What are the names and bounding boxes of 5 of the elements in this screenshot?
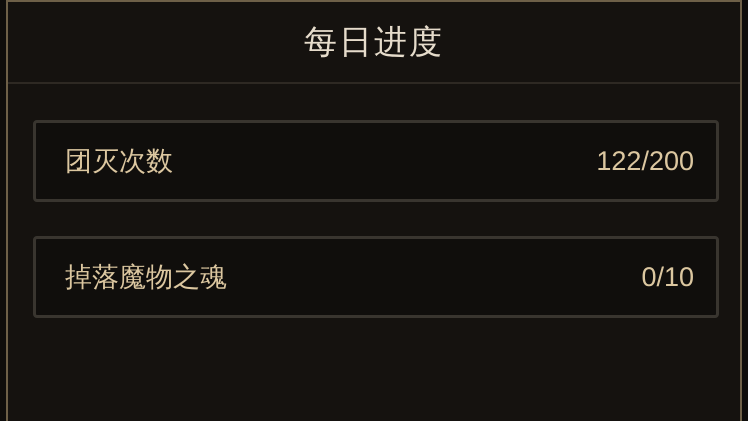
progress-count: 0/10 (641, 262, 694, 292)
dialog-title: 每日进度 (304, 20, 444, 62)
progress-label: 团灭次数 (65, 145, 173, 179)
progress-count: 122/200 (596, 146, 694, 176)
progress-label: 掉落魔物之魂 (65, 261, 227, 295)
